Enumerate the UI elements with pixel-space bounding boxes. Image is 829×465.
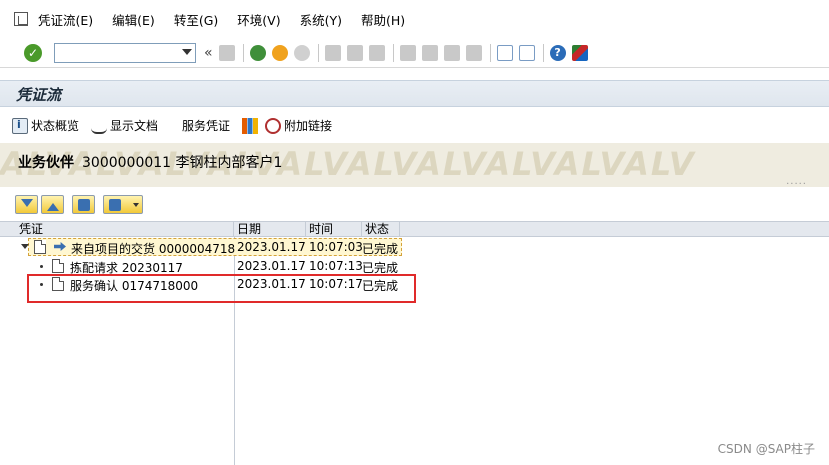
expand-icon xyxy=(21,198,33,211)
enter-check-icon[interactable]: ✓ xyxy=(24,43,42,62)
date-cell: 2023.01.17 xyxy=(237,259,306,273)
collapse-all-button[interactable] xyxy=(41,194,64,214)
cancel-icon[interactable] xyxy=(293,44,310,61)
toolbar-separator xyxy=(542,43,544,62)
toolbar-separator xyxy=(242,43,244,62)
standard-toolbar: ✓ « ? xyxy=(0,38,829,68)
status-overview-label: 状态概览 xyxy=(31,119,80,133)
command-dropdown-icon[interactable] xyxy=(182,48,192,55)
column-header-document[interactable]: 凭证 xyxy=(16,222,234,237)
tree-row[interactable]: 来自项目的交货 0000004718 2023.01.17 10:07:03 已… xyxy=(0,238,829,256)
find-icon[interactable] xyxy=(346,44,363,61)
command-field[interactable] xyxy=(54,42,196,63)
print-icon[interactable] xyxy=(324,44,341,61)
dropdown-caret-icon xyxy=(133,202,139,207)
exit-icon[interactable] xyxy=(271,44,288,61)
command-input[interactable] xyxy=(55,43,175,62)
business-partner-label: 业务伙伴 xyxy=(18,155,74,171)
find-next-icon[interactable] xyxy=(368,44,385,61)
show-document-button[interactable]: 显示文档 xyxy=(91,117,158,134)
chart-icon xyxy=(242,117,259,134)
service-document-button[interactable]: 服务凭证 xyxy=(182,117,230,134)
collapse-icon xyxy=(47,199,59,211)
tree-row[interactable]: 拣配请求 20230117 2023.01.17 10:07:13 已完成 xyxy=(0,257,829,275)
business-partner-value: 3000000011 李钢柱内部客户1 xyxy=(82,155,283,171)
date-cell: 2023.01.17 xyxy=(237,240,306,254)
glasses-icon xyxy=(91,118,108,134)
status-cell: 已完成 xyxy=(362,242,399,256)
menu-item-environment[interactable]: 环境(V) xyxy=(237,10,280,29)
document-icon xyxy=(34,240,46,254)
back-icon[interactable] xyxy=(249,44,266,61)
csdn-watermark: CSDN @SAP柱子 xyxy=(717,442,815,456)
show-document-label: 显示文档 xyxy=(110,119,159,133)
print-icon xyxy=(109,198,121,211)
business-partner-line: 业务伙伴 3000000011 李钢柱内部客户1 xyxy=(18,152,282,172)
status-overview-icon xyxy=(12,117,28,134)
time-cell: 10:07:03 xyxy=(309,240,363,254)
document-cell: 来自项目的交货 0000004718 xyxy=(71,242,236,256)
document-icon xyxy=(52,259,64,273)
application-toolbar: 状态概览 显示文档 服务凭证 附加链接 xyxy=(0,111,829,140)
title-bar: 凭证流 xyxy=(0,80,829,107)
help-icon[interactable]: ? xyxy=(549,44,566,61)
column-header-time[interactable]: 时间 xyxy=(306,222,362,237)
document-flow-tree: 凭证 日期 时间 状态 来自项目的交货 0000004718 2023.01.1… xyxy=(0,221,829,465)
status-overview-button[interactable]: 状态概览 xyxy=(12,117,79,134)
time-cell: 10:07:13 xyxy=(309,259,363,273)
next-page-icon[interactable] xyxy=(443,44,460,61)
chart-button[interactable] xyxy=(242,117,261,134)
shortcut-icon[interactable] xyxy=(518,44,535,61)
find-button[interactable] xyxy=(72,194,95,214)
column-header-date[interactable]: 日期 xyxy=(234,222,306,237)
window-menu-icon[interactable] xyxy=(14,12,28,26)
collapse-icon[interactable]: « xyxy=(204,45,213,61)
first-page-icon[interactable] xyxy=(399,44,416,61)
toolbar-separator xyxy=(392,43,394,62)
expand-all-button[interactable] xyxy=(15,194,38,214)
attach-link-button[interactable]: 附加链接 xyxy=(265,117,332,134)
tree-bullet xyxy=(40,265,43,268)
tree-header: 凭证 日期 时间 状态 xyxy=(0,221,829,237)
resize-handle[interactable]: ..... xyxy=(786,176,807,187)
column-header-status[interactable]: 状态 xyxy=(362,222,400,237)
menu-item-goto[interactable]: 转至(G) xyxy=(174,10,218,29)
last-page-icon[interactable] xyxy=(465,44,482,61)
menu-item-help[interactable]: 帮助(H) xyxy=(361,10,405,29)
binoculars-icon xyxy=(78,198,90,211)
menu-item-edit[interactable]: 编辑(E) xyxy=(112,10,155,29)
menu-bar: 凭证流(E) 编辑(E) 转至(G) 环境(V) 系统(Y) 帮助(H) xyxy=(0,0,829,38)
highlight-annotation-box xyxy=(27,274,416,303)
menu-item-document-flow[interactable]: 凭证流(E) xyxy=(38,10,93,29)
layout-menu-icon[interactable] xyxy=(571,44,588,61)
print-menu-button[interactable] xyxy=(103,194,143,214)
expand-node-icon[interactable] xyxy=(21,244,29,249)
new-session-icon[interactable] xyxy=(496,44,513,61)
attach-link-label: 附加链接 xyxy=(284,119,333,133)
service-document-label: 服务凭证 xyxy=(182,119,231,133)
toolbar-separator xyxy=(489,43,491,62)
link-icon xyxy=(265,117,282,134)
page-title: 凭证流 xyxy=(16,86,62,104)
save-icon[interactable] xyxy=(218,44,235,61)
header-banner: ALVALVALVALVALVALVALVALVALVALV 业务伙伴 30000… xyxy=(0,143,829,187)
menu-item-system[interactable]: 系统(Y) xyxy=(300,10,342,29)
toolbar-separator xyxy=(317,43,319,62)
previous-page-icon[interactable] xyxy=(421,44,438,61)
tree-toolbar xyxy=(0,191,829,217)
